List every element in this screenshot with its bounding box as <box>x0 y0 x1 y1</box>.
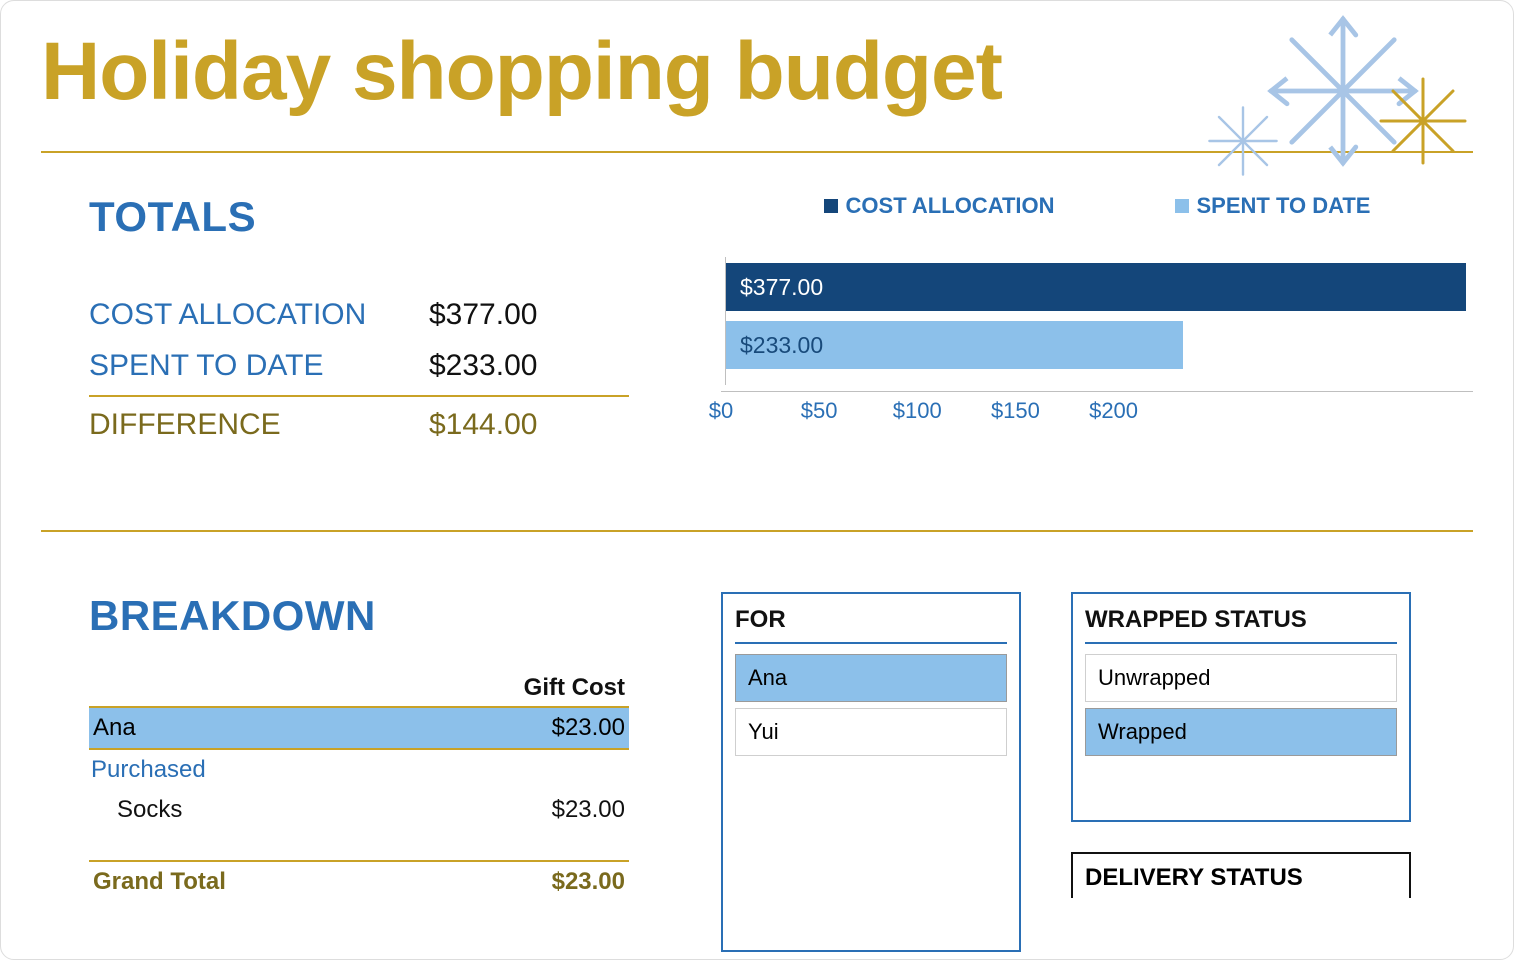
breakdown-status-row: Purchased <box>89 750 629 790</box>
grand-total-value: $23.00 <box>465 868 625 896</box>
value: $377.00 <box>429 289 537 340</box>
bar-label: $233.00 <box>740 332 823 359</box>
chart-bar-cost-allocation: $377.00 <box>726 263 1466 311</box>
legend-label: COST ALLOCATION <box>846 193 1055 219</box>
slicer-title: FOR <box>735 606 1007 644</box>
slicer-title: WRAPPED STATUS <box>1085 606 1397 644</box>
slicer-delivery-status[interactable]: DELIVERY STATUS <box>1071 852 1411 898</box>
slicer-right-stack: WRAPPED STATUS Unwrapped Wrapped DELIVER… <box>1071 592 1411 952</box>
chart-bar-spent-to-date: $233.00 <box>726 321 1183 369</box>
chart-legend: COST ALLOCATION SPENT TO DATE <box>721 193 1473 219</box>
value: $144.00 <box>429 399 537 450</box>
slicer-wrapped-status[interactable]: WRAPPED STATUS Unwrapped Wrapped <box>1071 592 1411 822</box>
breakdown-grand-total-row: Grand Total $23.00 <box>89 860 629 902</box>
totals-cost-allocation: COST ALLOCATION $377.00 <box>89 289 681 340</box>
breakdown-header-row: Gift Cost <box>89 674 629 706</box>
divider <box>89 395 629 397</box>
breakdown-heading: BREAKDOWN <box>89 592 681 640</box>
breakdown-section: BREAKDOWN Gift Cost Ana $23.00 Purchased… <box>41 592 681 952</box>
swatch-icon <box>824 199 838 213</box>
header: Holiday shopping budget <box>41 1 1473 153</box>
totals-table: TOTALS COST ALLOCATION $377.00 SPENT TO … <box>41 193 681 450</box>
chart-x-axis: $0$50$100$150$200 <box>721 391 1473 421</box>
breakdown-person-row[interactable]: Ana $23.00 <box>89 706 629 750</box>
axis-tick: $100 <box>893 398 942 424</box>
col-gift-cost: Gift Cost <box>469 674 629 702</box>
grand-total-label: Grand Total <box>93 868 465 896</box>
totals-section: TOTALS COST ALLOCATION $377.00 SPENT TO … <box>41 193 1473 532</box>
label: DIFFERENCE <box>89 399 429 450</box>
label: COST ALLOCATION <box>89 289 429 340</box>
snowflake-decor <box>1203 11 1483 171</box>
swatch-icon <box>1175 199 1189 213</box>
slicer-title: DELIVERY STATUS <box>1085 864 1303 891</box>
page: Holiday shopping budget <box>0 0 1514 960</box>
status-label: Purchased <box>91 756 465 784</box>
totals-chart: COST ALLOCATION SPENT TO DATE $377.00 $2… <box>681 193 1473 450</box>
slicer-item-wrapped[interactable]: Wrapped <box>1085 708 1397 756</box>
slicers: FOR Ana Yui WRAPPED STATUS Unwrapped Wra… <box>721 592 1473 952</box>
breakdown-item-row: Socks $23.00 <box>89 790 629 830</box>
axis-tick: $150 <box>991 398 1040 424</box>
slicer-item-label: Ana <box>748 665 787 690</box>
axis-tick: $50 <box>801 398 838 424</box>
person-total: $23.00 <box>465 714 625 742</box>
item-name: Socks <box>117 796 465 824</box>
totals-heading: TOTALS <box>89 193 681 241</box>
snowflake-icon <box>1203 101 1283 181</box>
chart-plot-area: $377.00 $233.00 <box>725 257 1473 385</box>
slicer-item-yui[interactable]: Yui <box>735 708 1007 756</box>
slicer-item-label: Unwrapped <box>1098 665 1211 690</box>
label: SPENT TO DATE <box>89 340 429 391</box>
axis-tick: $200 <box>1089 398 1138 424</box>
axis-tick: $0 <box>709 398 733 424</box>
totals-spent-to-date: SPENT TO DATE $233.00 <box>89 340 681 391</box>
totals-difference: DIFFERENCE $144.00 <box>89 399 681 450</box>
legend-cost-allocation: COST ALLOCATION <box>824 193 1055 219</box>
value: $233.00 <box>429 340 537 391</box>
lower-section: BREAKDOWN Gift Cost Ana $23.00 Purchased… <box>41 592 1473 952</box>
slicer-for[interactable]: FOR Ana Yui <box>721 592 1021 952</box>
slicer-item-label: Wrapped <box>1098 719 1187 744</box>
breakdown-table: Gift Cost Ana $23.00 Purchased Socks $23… <box>89 674 629 902</box>
slicer-item-label: Yui <box>748 719 779 744</box>
slicer-item-unwrapped[interactable]: Unwrapped <box>1085 654 1397 702</box>
legend-label: SPENT TO DATE <box>1197 193 1371 219</box>
slicer-item-ana[interactable]: Ana <box>735 654 1007 702</box>
snowflake-icon <box>1373 71 1473 171</box>
bar-label: $377.00 <box>740 274 823 301</box>
item-cost: $23.00 <box>465 796 625 824</box>
person-name: Ana <box>93 714 465 742</box>
legend-spent-to-date: SPENT TO DATE <box>1175 193 1371 219</box>
